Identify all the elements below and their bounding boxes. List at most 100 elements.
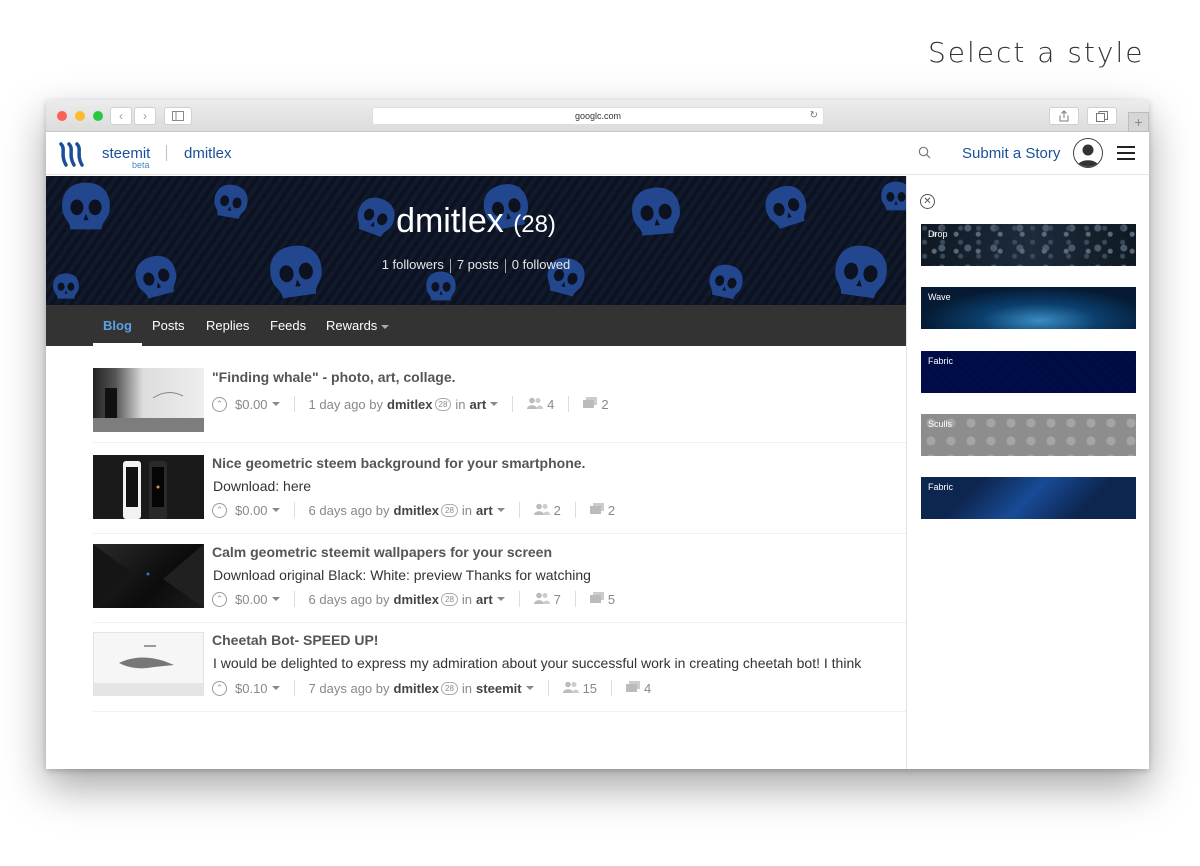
post-comments: 2 bbox=[601, 396, 609, 412]
style-option-drop[interactable]: Drop bbox=[921, 224, 1136, 266]
post-title[interactable]: Calm geometric steemit wallpapers for yo… bbox=[212, 544, 552, 560]
post-category[interactable]: art bbox=[476, 592, 493, 607]
minimize-window-button[interactable] bbox=[75, 111, 85, 121]
upvote-icon[interactable]: ⌃ bbox=[212, 680, 227, 696]
voters-icon[interactable] bbox=[533, 503, 550, 518]
tab-feeds[interactable]: Feeds bbox=[270, 318, 306, 333]
style-option-fabric-dark[interactable]: Fabric bbox=[921, 477, 1136, 519]
close-window-button[interactable] bbox=[57, 111, 67, 121]
author-reputation: 28 bbox=[434, 397, 452, 411]
chevron-down-icon[interactable] bbox=[496, 597, 505, 601]
author-reputation: 28 bbox=[441, 681, 458, 695]
comments-icon[interactable] bbox=[626, 680, 641, 696]
post-comments: 2 bbox=[607, 502, 616, 518]
voters-icon[interactable] bbox=[533, 592, 550, 607]
post-category[interactable]: art bbox=[476, 503, 493, 518]
back-button[interactable]: ‹ bbox=[110, 107, 132, 125]
tab-blog[interactable]: Blog bbox=[103, 318, 132, 333]
address-bar[interactable]: googlc.com ↻ bbox=[372, 107, 824, 125]
post-description[interactable]: Download: here bbox=[213, 478, 903, 494]
search-icon[interactable] bbox=[918, 146, 931, 164]
share-icon[interactable] bbox=[1049, 107, 1079, 125]
post-payout[interactable]: $0.00 bbox=[235, 503, 268, 518]
upvote-icon[interactable]: ⌃ bbox=[212, 502, 227, 518]
post-thumbnail[interactable] bbox=[93, 632, 204, 696]
post-item[interactable]: Calm geometric steemit wallpapers for yo… bbox=[93, 535, 906, 623]
profile-username: dmitlex bbox=[396, 202, 504, 240]
maximize-window-button[interactable] bbox=[93, 111, 103, 121]
post-thumbnail[interactable] bbox=[93, 544, 204, 608]
author-reputation: 28 bbox=[441, 503, 458, 517]
upvote-icon[interactable]: ⌃ bbox=[212, 591, 227, 607]
upvote-icon[interactable]: ⌃ bbox=[212, 396, 227, 412]
chevron-down-icon[interactable] bbox=[271, 686, 280, 690]
post-item[interactable]: "Finding whale" - photo, art, collage. ⌃… bbox=[93, 358, 906, 443]
header-username[interactable]: dmitlex bbox=[184, 145, 232, 162]
hamburger-menu-icon[interactable] bbox=[1117, 146, 1135, 160]
chevron-down-icon[interactable] bbox=[490, 402, 499, 406]
post-author[interactable]: dmitlex bbox=[394, 681, 440, 696]
page-heading: Select a style bbox=[928, 36, 1145, 69]
post-votes: 7 bbox=[553, 591, 561, 607]
post-category[interactable]: art bbox=[470, 397, 487, 412]
post-thumbnail[interactable] bbox=[93, 368, 204, 432]
beta-label: beta bbox=[132, 160, 150, 170]
reload-icon[interactable]: ↻ bbox=[810, 108, 818, 124]
voters-icon[interactable] bbox=[527, 397, 544, 412]
profile-reputation: (28) bbox=[513, 211, 556, 238]
post-in-label: in bbox=[455, 396, 466, 412]
style-label: Fabric bbox=[928, 482, 954, 492]
post-title[interactable]: "Finding whale" - photo, art, collage. bbox=[212, 369, 456, 385]
post-author[interactable]: dmitlex bbox=[394, 503, 440, 518]
tab-rewards[interactable]: Rewards bbox=[326, 318, 390, 333]
post-time: 7 days ago by bbox=[308, 680, 390, 696]
voters-icon[interactable] bbox=[562, 681, 579, 696]
style-panel: ✕ Drop Wave Fabric Sculls Fabric bbox=[906, 176, 1149, 769]
post-payout[interactable]: $0.00 bbox=[235, 397, 268, 412]
profile-banner: dmitlex (28) 1 followers 7 posts 0 followe… bbox=[46, 176, 906, 305]
comments-icon[interactable] bbox=[589, 591, 604, 607]
chevron-down-icon[interactable] bbox=[271, 402, 280, 406]
post-votes: 2 bbox=[553, 502, 561, 518]
post-author[interactable]: dmitlex bbox=[387, 397, 433, 412]
style-label: Sculls bbox=[928, 419, 953, 429]
steemit-logo-icon[interactable] bbox=[58, 139, 88, 174]
chevron-down-icon[interactable] bbox=[271, 597, 280, 601]
post-comments: 5 bbox=[607, 591, 616, 607]
post-payout[interactable]: $0.00 bbox=[235, 592, 268, 607]
style-option-wave[interactable]: Wave bbox=[921, 287, 1136, 329]
brand-divider bbox=[166, 145, 167, 161]
avatar[interactable] bbox=[1073, 138, 1103, 168]
post-meta: ⌃ $0.00 6 days ago by dmitlex 28 in art … bbox=[212, 502, 615, 518]
post-description[interactable]: Download original Black: White: preview … bbox=[213, 567, 903, 583]
post-author[interactable]: dmitlex bbox=[394, 592, 440, 607]
comments-icon[interactable] bbox=[589, 502, 604, 518]
post-time: 6 days ago by bbox=[308, 591, 390, 607]
sidebar-toggle-icon[interactable] bbox=[164, 107, 192, 125]
post-payout[interactable]: $0.10 bbox=[235, 681, 268, 696]
followers-link[interactable]: 1 followers bbox=[382, 257, 444, 272]
style-option-sculls[interactable]: Sculls bbox=[921, 414, 1136, 456]
new-tab-button[interactable]: + bbox=[1128, 112, 1149, 132]
post-description[interactable]: I would be delighted to express my admir… bbox=[213, 655, 903, 671]
followed-link[interactable]: 0 followed bbox=[512, 257, 571, 272]
site-header: steemit beta dmitlex Submit a Story bbox=[46, 132, 1149, 175]
tabs-overview-icon[interactable] bbox=[1087, 107, 1117, 125]
chevron-down-icon[interactable] bbox=[271, 508, 280, 512]
chevron-down-icon[interactable] bbox=[525, 686, 534, 690]
post-item[interactable]: Cheetah Bot- SPEED UP! I would be deligh… bbox=[93, 624, 906, 712]
chevron-down-icon[interactable] bbox=[496, 508, 505, 512]
submit-story-link[interactable]: Submit a Story bbox=[962, 145, 1060, 162]
post-thumbnail[interactable] bbox=[93, 455, 204, 519]
post-category[interactable]: steemit bbox=[476, 681, 522, 696]
style-label: Fabric bbox=[928, 356, 954, 366]
style-option-fabric[interactable]: Fabric bbox=[921, 351, 1136, 393]
tab-replies[interactable]: Replies bbox=[206, 318, 249, 333]
post-title[interactable]: Nice geometric steem background for your… bbox=[212, 455, 585, 471]
tab-posts[interactable]: Posts bbox=[152, 318, 185, 333]
close-icon[interactable]: ✕ bbox=[920, 194, 935, 209]
comments-icon[interactable] bbox=[583, 396, 598, 412]
post-title[interactable]: Cheetah Bot- SPEED UP! bbox=[212, 632, 378, 648]
forward-button[interactable]: › bbox=[134, 107, 156, 125]
post-item[interactable]: Nice geometric steem background for your… bbox=[93, 444, 906, 534]
